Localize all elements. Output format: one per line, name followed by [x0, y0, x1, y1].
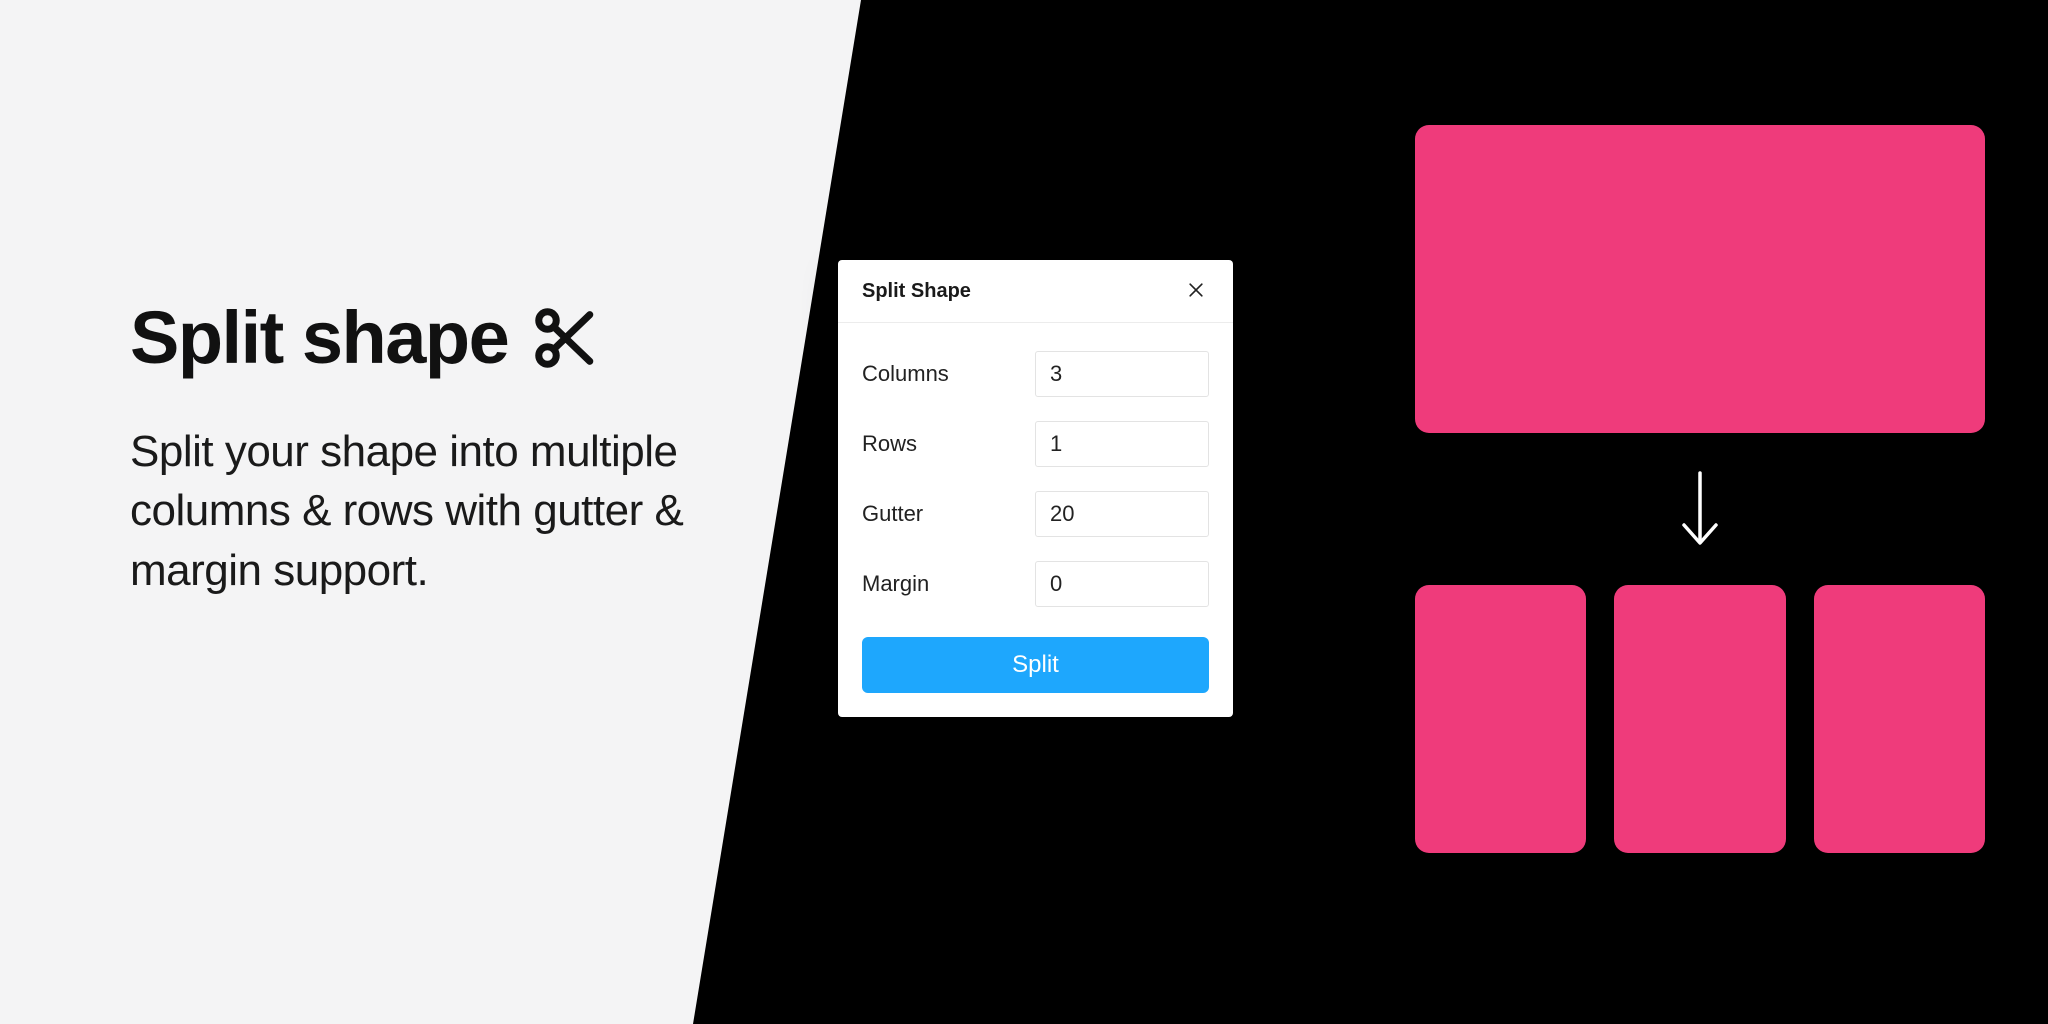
margin-input[interactable]: [1035, 561, 1209, 607]
field-row-columns: Columns: [862, 339, 1209, 409]
panel-header: Split Shape: [838, 260, 1233, 323]
columns-label: Columns: [862, 361, 949, 387]
hero-title: Split shape: [130, 295, 770, 380]
hero-description: Split your shape into multiple columns &…: [130, 422, 770, 600]
scissors-icon: [530, 303, 600, 373]
promo-stage: Split shape Split your shape into multip…: [0, 0, 2048, 1024]
field-row-gutter: Gutter: [862, 479, 1209, 549]
close-button[interactable]: [1183, 278, 1209, 304]
split-result-row: [1415, 585, 1985, 853]
split-button[interactable]: Split: [862, 637, 1209, 693]
margin-label: Margin: [862, 571, 929, 597]
field-row-margin: Margin: [862, 549, 1209, 619]
split-piece-2: [1614, 585, 1785, 853]
panel-title: Split Shape: [862, 280, 971, 303]
rows-input[interactable]: [1035, 421, 1209, 467]
hero-text-block: Split shape Split your shape into multip…: [130, 295, 770, 600]
split-shape-panel: Split Shape Columns Rows Gutte: [838, 260, 1233, 717]
close-icon: [1186, 280, 1206, 303]
gutter-input[interactable]: [1035, 491, 1209, 537]
split-piece-1: [1415, 585, 1586, 853]
split-piece-3: [1814, 585, 1985, 853]
arrow-down-icon: [1415, 469, 1985, 549]
field-row-rows: Rows: [862, 409, 1209, 479]
columns-input[interactable]: [1035, 351, 1209, 397]
split-illustration: [1415, 125, 1985, 853]
original-shape-rect: [1415, 125, 1985, 433]
panel-body: Columns Rows Gutter Margin Split: [838, 323, 1233, 717]
gutter-label: Gutter: [862, 501, 923, 527]
hero-title-text: Split shape: [130, 295, 508, 380]
rows-label: Rows: [862, 431, 917, 457]
